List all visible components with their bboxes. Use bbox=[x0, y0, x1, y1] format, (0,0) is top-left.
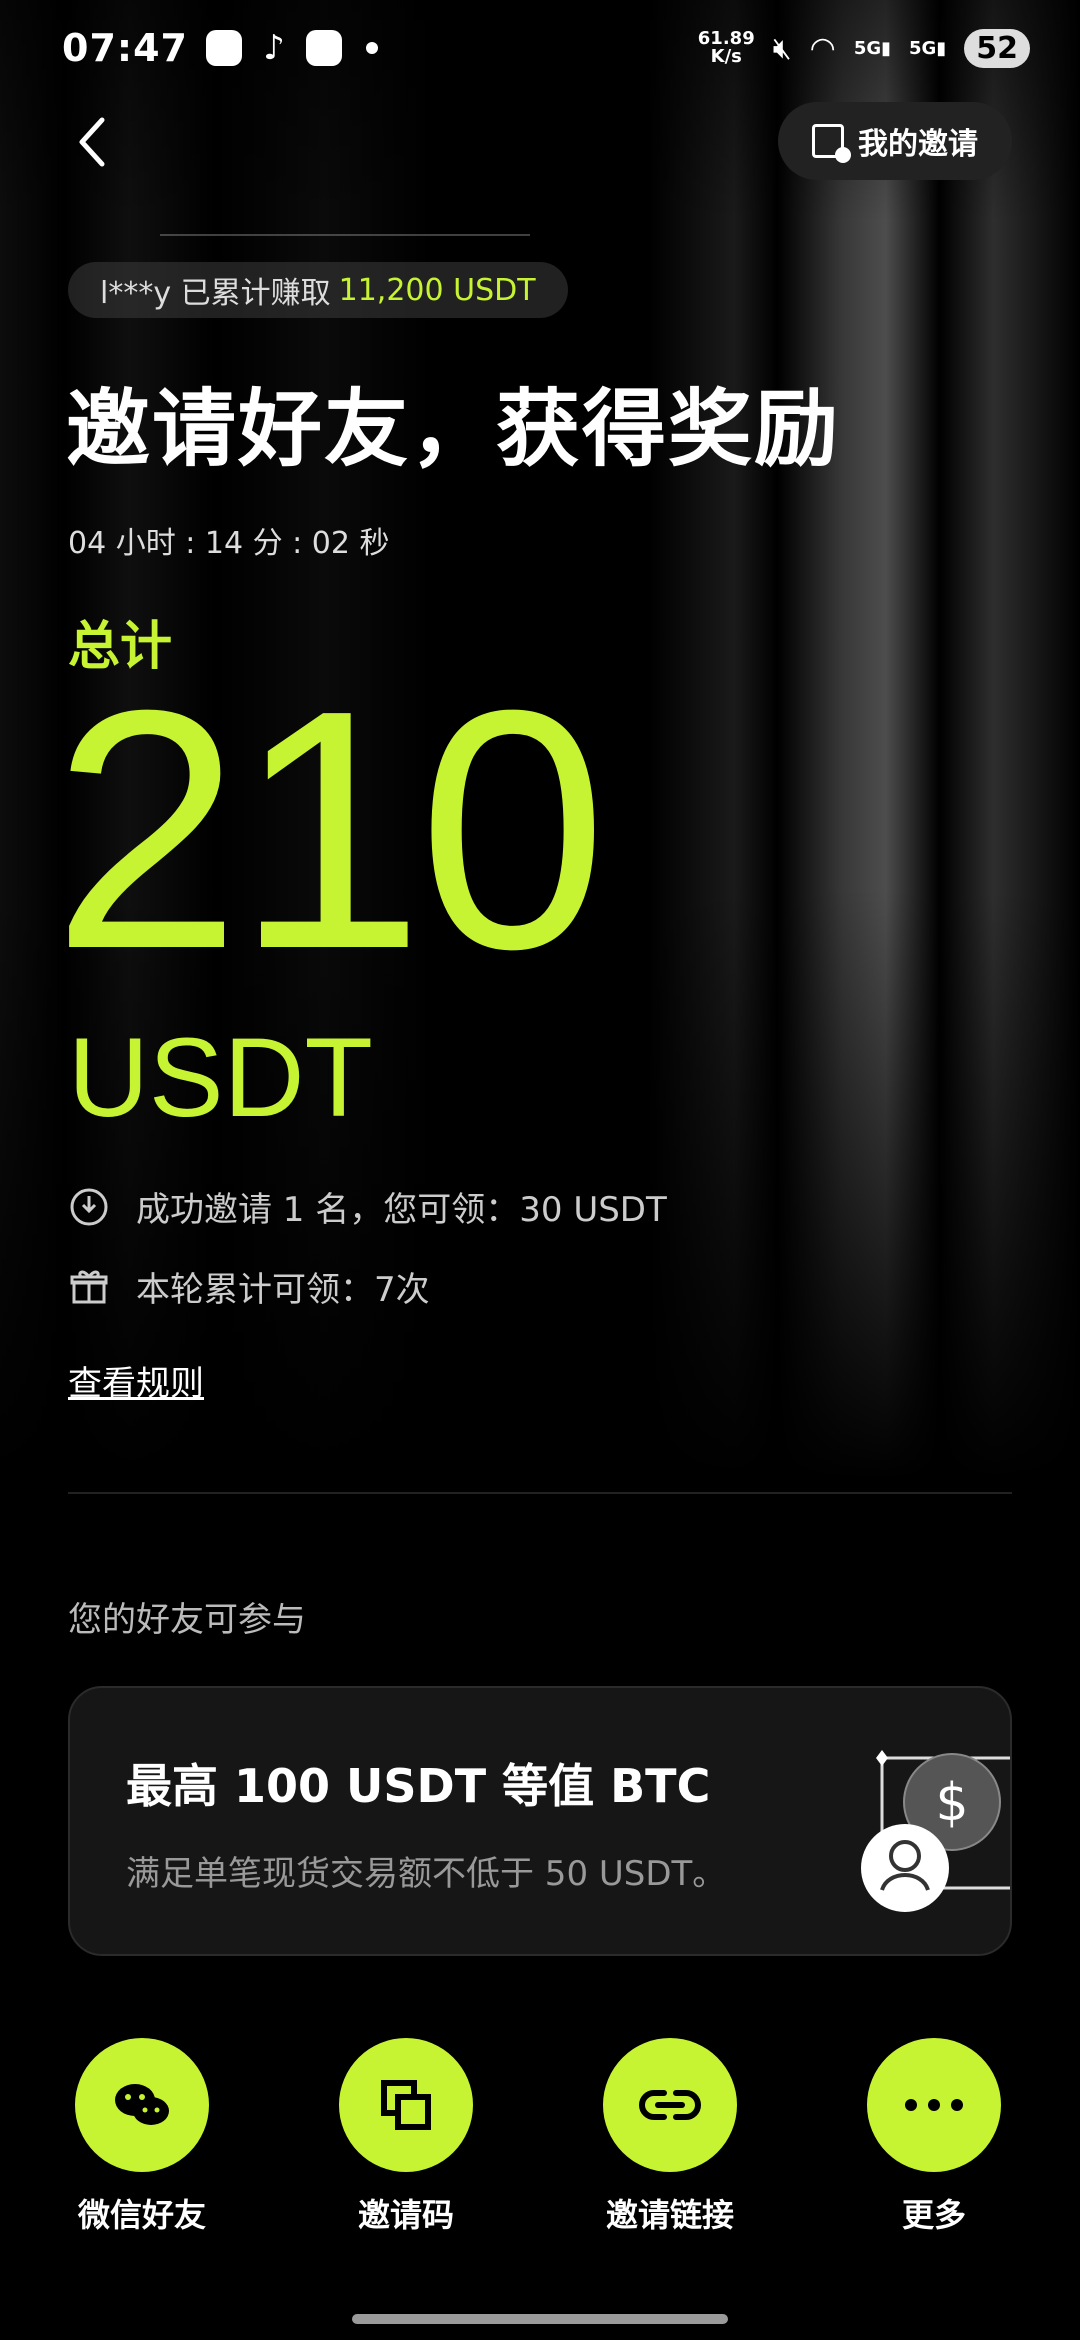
friend-reward-card[interactable]: 最高 100 USDT 等值 BTC 满足单笔现货交易额不低于 50 USDT。… bbox=[68, 1686, 1012, 1956]
share-wechat-circle bbox=[75, 2038, 209, 2172]
top-bar: 我的邀请 bbox=[0, 100, 1080, 190]
status-bar: 07:47 ♪ 61.89 K/s 🔇︎ ◠ 5G▮ 5G▮ 52 bbox=[0, 0, 1080, 96]
reward-per-invite: 成功邀请 1 名，您可领：30 USDT bbox=[68, 1182, 667, 1231]
share-actions: 微信好友 邀请码 邀请链接 更多 bbox=[0, 2038, 1080, 2234]
invite-link-circle bbox=[603, 2038, 737, 2172]
app-notification-icon bbox=[305, 30, 342, 66]
round-claims: 本轮累计可领：7次 bbox=[68, 1262, 430, 1311]
view-rules-link[interactable]: 查看规则 bbox=[68, 1356, 204, 1405]
chevron-left-icon bbox=[79, 117, 105, 167]
message-notification-icon bbox=[205, 30, 242, 66]
copy-icon bbox=[381, 2080, 431, 2130]
signal-label-2: 5G bbox=[909, 37, 937, 59]
share-wechat-label: 微信好友 bbox=[77, 2196, 206, 2234]
signal-5g-icon: 5G▮ bbox=[853, 37, 892, 59]
status-time: 07:47 bbox=[62, 26, 188, 70]
link-icon bbox=[639, 2090, 701, 2120]
ticker-divider bbox=[160, 234, 530, 236]
more-share-button[interactable]: 更多 bbox=[844, 2038, 1024, 2236]
friends-section-title: 您的好友可参与 bbox=[68, 1600, 306, 1640]
total-value: 210 bbox=[52, 640, 607, 1020]
gift-icon bbox=[70, 1270, 108, 1303]
countdown-timer: 04 小时 : 14 分 : 02 秒 bbox=[68, 526, 390, 561]
more-share-circle bbox=[867, 2038, 1001, 2172]
signal-5g-icon-2: 5G▮ bbox=[909, 37, 947, 59]
download-circle-icon bbox=[70, 1188, 108, 1225]
total-unit: USDT bbox=[68, 1015, 373, 1140]
notification-icons: ♪ bbox=[205, 28, 378, 68]
tiktok-notification-icon: ♪ bbox=[263, 28, 285, 68]
more-icon bbox=[905, 2099, 963, 2111]
user-coin-illustration: $ bbox=[861, 1750, 1010, 1912]
invite-code-label: 邀请码 bbox=[357, 2196, 454, 2234]
more-share-label: 更多 bbox=[901, 2196, 966, 2234]
net-speed-unit: K/s bbox=[710, 46, 742, 67]
coin-dollar-symbol: $ bbox=[935, 1773, 968, 1833]
signal-label-1: 5G bbox=[853, 37, 882, 59]
mute-icon: 🔇︎ bbox=[772, 30, 792, 66]
wifi-icon: ◠ bbox=[809, 30, 836, 66]
invite-code-button[interactable]: 邀请码 bbox=[316, 2038, 496, 2236]
earnings-ticker: l***y 已累计赚取 11,200 USDT bbox=[68, 262, 568, 318]
wechat-icon bbox=[115, 2084, 169, 2125]
back-button[interactable] bbox=[72, 112, 122, 172]
invite-link-label: 邀请链接 bbox=[605, 2196, 734, 2234]
more-notifications-dot bbox=[365, 42, 378, 54]
section-divider bbox=[68, 1492, 1012, 1494]
my-invites-label: 我的邀请 bbox=[858, 127, 978, 162]
battery-indicator: 52 bbox=[964, 28, 1030, 68]
ticker-user: l***y 已累计赚取 bbox=[100, 276, 331, 311]
page-title: 邀请好友，获得奖励 bbox=[66, 380, 841, 478]
invite-link-button[interactable]: 邀请链接 bbox=[580, 2038, 760, 2236]
invite-code-circle bbox=[339, 2038, 473, 2172]
round-claims-text: 本轮累计可领：7次 bbox=[136, 1270, 430, 1310]
share-wechat-button[interactable]: 微信好友 bbox=[52, 2038, 232, 2236]
friend-reward-title: 最高 100 USDT 等值 BTC bbox=[126, 1759, 711, 1813]
ticker-amount: 11,200 USDT bbox=[338, 272, 536, 308]
friend-reward-desc: 满足单笔现货交易额不低于 50 USDT。 bbox=[126, 1854, 727, 1894]
system-icons: 61.89 K/s 🔇︎ ◠ 5G▮ 5G▮ 52 bbox=[698, 28, 1030, 68]
home-indicator[interactable] bbox=[352, 2314, 728, 2324]
my-invites-button[interactable]: 我的邀请 bbox=[778, 102, 1012, 180]
reward-per-invite-text: 成功邀请 1 名，您可领：30 USDT bbox=[136, 1190, 667, 1230]
net-speed: 61.89 K/s bbox=[698, 30, 755, 66]
history-doc-icon bbox=[812, 124, 851, 163]
